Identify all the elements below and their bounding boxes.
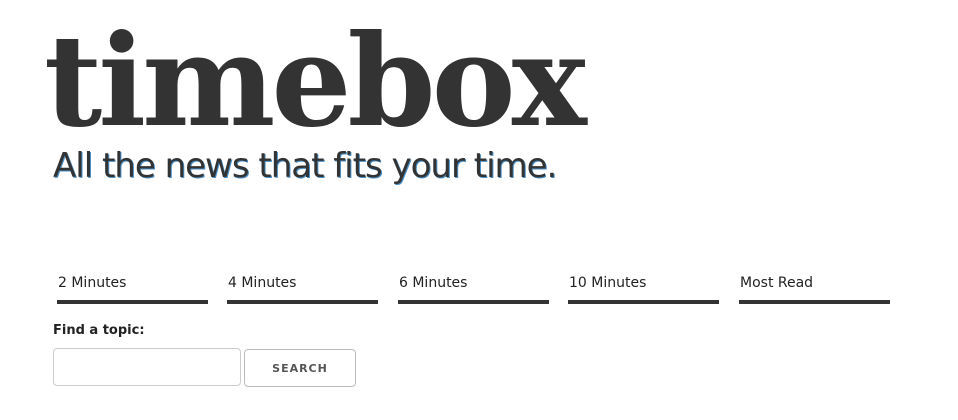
find-topic-label: Find a topic: (53, 323, 145, 338)
tab-most-read[interactable]: Most Read (739, 272, 890, 304)
time-filter-tabs: 2 Minutes 4 Minutes 6 Minutes 10 Minutes… (57, 272, 891, 304)
site-tagline: All the news that fits your time. (53, 146, 557, 186)
tab-6-minutes[interactable]: 6 Minutes (398, 272, 549, 304)
site-logo: timebox (44, 7, 587, 155)
tab-label: 10 Minutes (569, 275, 647, 291)
tab-label: Most Read (740, 275, 814, 291)
topic-search-input[interactable] (53, 348, 241, 386)
tab-label: 2 Minutes (58, 275, 127, 291)
tab-4-minutes[interactable]: 4 Minutes (227, 272, 378, 304)
tab-2-minutes[interactable]: 2 Minutes (57, 272, 208, 304)
search-button[interactable]: SEARCH (244, 349, 356, 387)
tab-label: 4 Minutes (228, 275, 297, 291)
tab-10-minutes[interactable]: 10 Minutes (568, 272, 719, 304)
tab-label: 6 Minutes (399, 275, 468, 291)
